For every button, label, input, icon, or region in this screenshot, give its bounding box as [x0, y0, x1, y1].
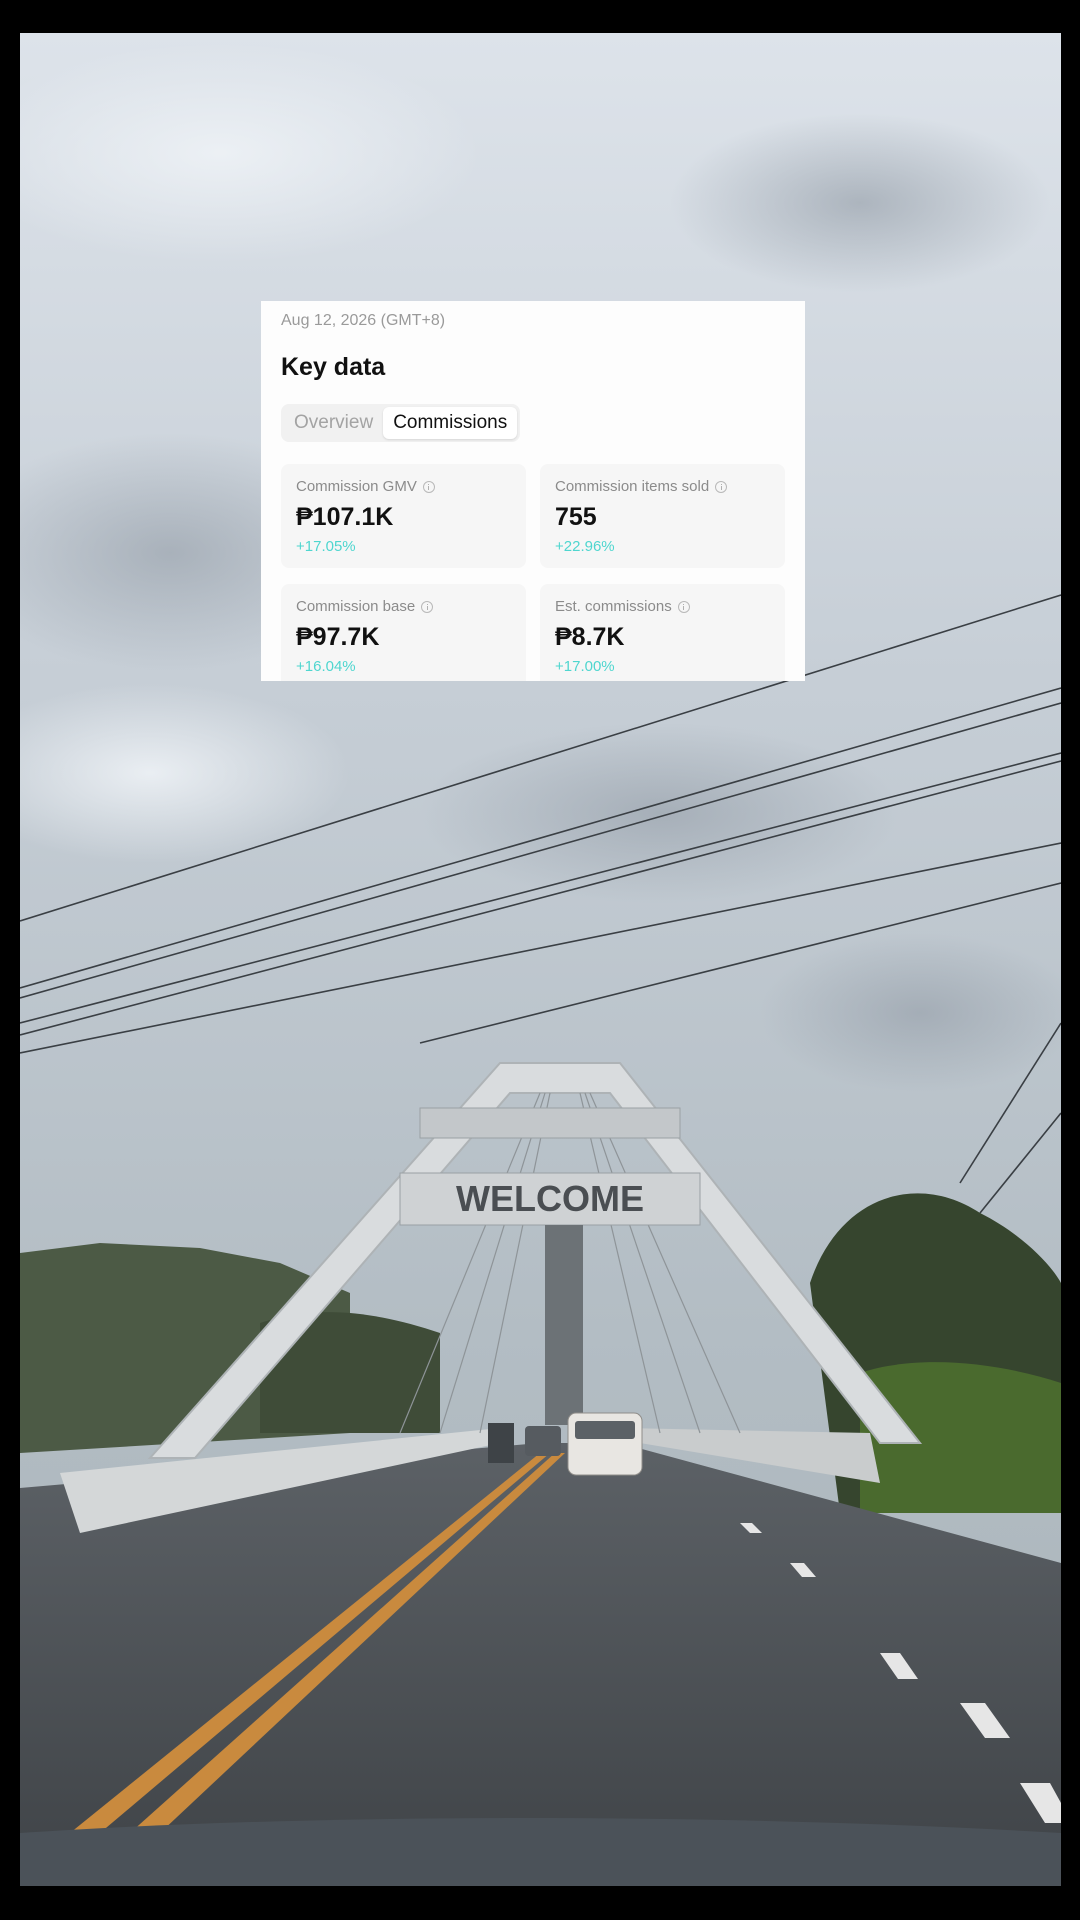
- metric-label-text: Commission base: [296, 598, 416, 615]
- metric-label: Est. commissions: [555, 598, 690, 615]
- car-distant: [525, 1426, 561, 1456]
- metric-commission-base[interactable]: Commission base ₱97.7K +16.04%: [281, 584, 526, 681]
- metric-change: +16.04%: [296, 658, 356, 675]
- metric-label: Commission base: [296, 598, 434, 615]
- info-icon[interactable]: [421, 600, 434, 613]
- card-title: Key data: [281, 353, 386, 381]
- metric-commission-gmv[interactable]: Commission GMV ₱107.1K +17.05%: [281, 464, 526, 568]
- metric-change: +22.96%: [555, 538, 615, 555]
- suv-window: [575, 1421, 635, 1439]
- tab-commissions[interactable]: Commissions: [383, 407, 518, 439]
- metric-label: Commission GMV: [296, 478, 435, 495]
- metric-value: ₱107.1K: [296, 503, 394, 531]
- key-data-card: Aug 12, 2026 (GMT+8) Key data Overview C…: [261, 301, 805, 681]
- dark-cloud: [670, 113, 1050, 293]
- info-icon[interactable]: [677, 600, 690, 613]
- info-icon[interactable]: [715, 480, 728, 493]
- metric-label-text: Commission items sold: [555, 478, 710, 495]
- info-icon[interactable]: [422, 480, 435, 493]
- metric-change: +17.00%: [555, 658, 615, 675]
- tab-bar: Overview Commissions: [281, 404, 521, 442]
- metric-value: ₱8.7K: [555, 623, 625, 651]
- bridge-beam: [419, 1107, 681, 1139]
- metric-commission-items-sold[interactable]: Commission items sold 755 +22.96%: [540, 464, 785, 568]
- metric-label-text: Est. commissions: [555, 598, 672, 615]
- tricycle: [488, 1423, 514, 1463]
- dashboard: [20, 1818, 1061, 1886]
- tab-overview[interactable]: Overview: [284, 407, 383, 439]
- date-label: Aug 12, 2026 (GMT+8): [281, 312, 446, 329]
- metric-value: 755: [555, 503, 597, 531]
- metric-label: Commission items sold: [555, 478, 728, 495]
- metric-change: +17.05%: [296, 538, 356, 555]
- metric-est-commissions[interactable]: Est. commissions ₱8.7K +17.00%: [540, 584, 785, 681]
- bridge-pylon: [545, 1225, 583, 1425]
- metric-label-text: Commission GMV: [296, 478, 417, 495]
- welcome-sign-text: WELCOME: [456, 1178, 644, 1219]
- metric-value: ₱97.7K: [296, 623, 380, 651]
